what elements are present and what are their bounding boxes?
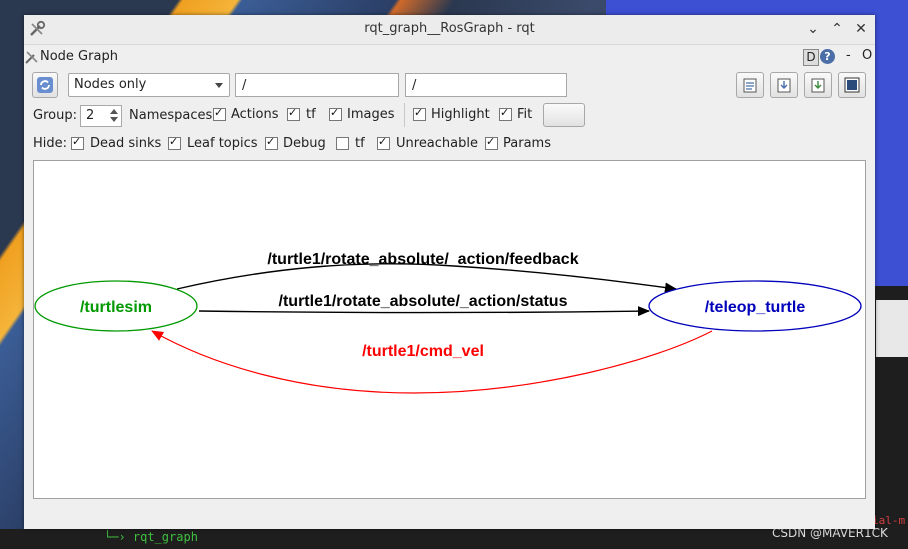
image-icon [844, 77, 860, 93]
rqt-window: rqt_graph__RosGraph - rqt ⌄ ⌃ ✕ Node Gra… [24, 15, 875, 529]
highlight-checkbox[interactable] [413, 106, 426, 121]
terminal-prompt: └─› rqt_graph [104, 530, 198, 544]
edge-label-status: /turtle1/rotate_absolute/_action/status [279, 293, 568, 310]
fit-in-view-button[interactable] [543, 103, 585, 127]
plugin-title: Node Graph [40, 49, 118, 64]
leaf-topics-label: Leaf topics [187, 136, 258, 151]
save-image-button[interactable] [838, 72, 866, 98]
dead-sinks-label: Dead sinks [90, 136, 162, 151]
node-label-teleop-turtle: /teleop_turtle [705, 299, 806, 316]
plugin-title-bar: Node Graph D ? - O [24, 45, 875, 69]
hide-label: Hide: [33, 136, 68, 151]
graph-mode-value: Nodes only [74, 77, 147, 92]
params-checkbox[interactable] [485, 135, 498, 150]
unreachable-label: Unreachable [396, 136, 478, 151]
node-filter-input[interactable] [236, 74, 398, 96]
title-bar: rqt_graph__RosGraph - rqt ⌄ ⌃ ✕ [24, 15, 875, 45]
group-spinbox[interactable]: 2 [80, 105, 122, 127]
unreachable-checkbox[interactable] [377, 135, 390, 150]
refresh-button[interactable] [32, 72, 58, 98]
actions-label: Actions [231, 107, 279, 122]
graph-mode-select[interactable]: Nodes only [68, 73, 230, 97]
spin-up-icon[interactable] [110, 109, 118, 114]
node-label-turtlesim: /turtlesim [80, 299, 152, 316]
topic-filter-field[interactable] [405, 73, 567, 97]
maximize-icon[interactable]: ⌃ [828, 20, 846, 38]
plugin-tools-icon [25, 51, 38, 64]
save-dot-button[interactable] [770, 72, 798, 98]
params-label: Params [503, 136, 551, 151]
save-svg-button[interactable] [804, 72, 832, 98]
images-checkbox[interactable] [329, 106, 342, 121]
hide-tf-checkbox[interactable] [336, 137, 349, 150]
terminal-light-strip [876, 300, 908, 357]
dock-button[interactable]: D [803, 49, 819, 66]
graph-svg: /turtle1/rotate_absolute/_action/feedbac… [34, 251, 862, 394]
fit-label: Fit [517, 107, 533, 122]
fit-checkbox[interactable] [499, 106, 512, 121]
minimize-icon[interactable]: ⌄ [804, 20, 822, 38]
edge-cmd-vel [151, 330, 713, 394]
namespaces-label: Namespaces [129, 108, 213, 123]
tf-label: tf [306, 107, 316, 122]
dead-sinks-checkbox[interactable] [71, 135, 84, 150]
close-icon[interactable]: ✕ [852, 20, 870, 38]
refresh-icon [37, 77, 53, 93]
save-dot-icon [777, 78, 791, 93]
graph-canvas[interactable]: /turtle1/rotate_absolute/_action/feedbac… [33, 160, 866, 499]
hide-tf-label: tf [355, 136, 365, 151]
window-title: rqt_graph__RosGraph - rqt [364, 21, 535, 36]
spin-down-icon[interactable] [110, 117, 118, 122]
help-icon[interactable]: ? [820, 49, 835, 64]
group-label: Group: [33, 108, 77, 123]
chevron-down-icon [215, 83, 223, 88]
tf-checkbox[interactable] [287, 106, 300, 121]
edge-label-feedback: /turtle1/rotate_absolute/_action/feedbac… [267, 251, 578, 268]
minimize-plugin-button[interactable]: - [846, 48, 851, 63]
debug-checkbox[interactable] [265, 135, 278, 150]
open-file-icon [743, 78, 757, 93]
debug-label: Debug [283, 136, 326, 151]
group-value: 2 [86, 108, 95, 123]
topic-filter-input[interactable] [406, 74, 566, 96]
edge-status [198, 306, 650, 317]
close-plugin-button[interactable]: O [862, 48, 872, 63]
load-dot-button[interactable] [736, 72, 764, 98]
separator [404, 103, 405, 127]
leaf-topics-checkbox[interactable] [168, 135, 181, 150]
save-svg-icon [811, 78, 825, 93]
edge-label-cmd-vel: /turtle1/cmd_vel [362, 343, 484, 360]
highlight-label: Highlight [431, 107, 490, 122]
namespaces-checkbox[interactable] [213, 106, 226, 121]
node-filter-field[interactable] [235, 73, 399, 97]
images-label: Images [347, 107, 395, 122]
